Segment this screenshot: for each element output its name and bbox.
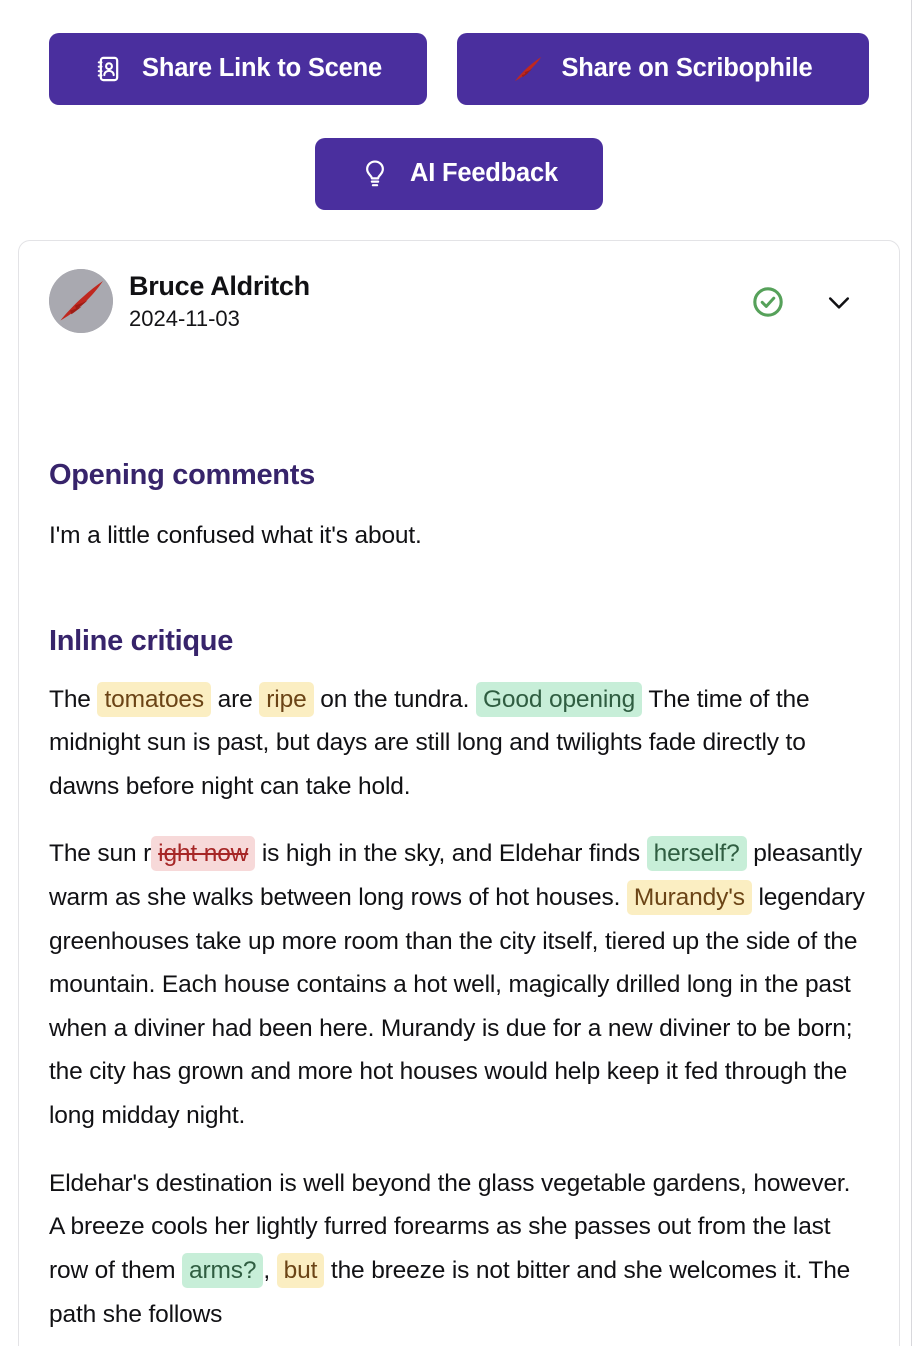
page-scrollbar[interactable] xyxy=(911,0,918,1346)
opening-comments-body: I'm a little confused what it's about. xyxy=(49,522,422,549)
critique-header-actions xyxy=(751,269,869,322)
critique-header: Bruce Aldritch 2024-11-03 xyxy=(49,269,869,341)
address-book-icon xyxy=(94,54,124,84)
inline-paragraph: Eldehar's destination is well beyond the… xyxy=(49,1169,851,1328)
highlight-suggestion[interactable]: ripe xyxy=(259,681,314,717)
inline-critique-heading: Inline critique xyxy=(49,624,234,657)
share-link-to-scene-label: Share Link to Scene xyxy=(142,54,382,83)
highlight-suggestion[interactable]: Murandy's xyxy=(626,880,752,916)
ai-feedback-button[interactable]: AI Feedback xyxy=(315,138,603,210)
share-link-to-scene-button[interactable]: Share Link to Scene xyxy=(49,33,427,105)
critique-date: 2024-11-03 xyxy=(129,305,240,331)
highlight-suggestion[interactable]: tomatoes xyxy=(97,681,212,717)
author-name: Bruce Aldritch xyxy=(129,271,310,301)
check-circle-icon xyxy=(751,285,785,322)
highlight-comment[interactable]: arms? xyxy=(182,1252,264,1288)
highlight-comment[interactable]: herself? xyxy=(646,836,747,872)
ai-feedback-label: AI Feedback xyxy=(409,159,559,188)
share-on-scribophile-label: Share on Scribophile xyxy=(561,54,813,83)
lightbulb-icon xyxy=(360,159,390,189)
inline-paragraph: The tomatoes are ripe on the tundra. Goo… xyxy=(49,678,869,809)
inline-paragraph: The sun r ight now is high in the sky, an… xyxy=(49,832,869,1137)
share-button-row: Share Link to Scene Share on Scribophile xyxy=(0,0,918,105)
critique-card: Bruce Aldritch 2024-11-03 Opening commen… xyxy=(18,240,900,1346)
chevron-down-icon xyxy=(823,286,855,321)
ai-feedback-button-row: AI Feedback xyxy=(0,105,918,210)
critique-page: Share Link to Scene Share on Scribophile xyxy=(0,0,918,1346)
quill-icon xyxy=(513,54,543,84)
opening-comments-heading: Opening comments xyxy=(49,459,315,491)
avatar[interactable] xyxy=(49,269,113,333)
approved-status-button[interactable] xyxy=(751,285,785,322)
share-on-scribophile-button[interactable]: Share on Scribophile xyxy=(457,33,869,105)
critique-author-block: Bruce Aldritch 2024-11-03 xyxy=(129,269,751,334)
highlight-comment[interactable]: Good opening xyxy=(475,681,643,717)
quill-avatar-icon xyxy=(49,269,113,333)
collapse-critique-button[interactable] xyxy=(823,286,855,321)
highlight-suggestion[interactable]: but xyxy=(276,1252,325,1288)
highlight-deletion[interactable]: ight now xyxy=(151,836,256,872)
